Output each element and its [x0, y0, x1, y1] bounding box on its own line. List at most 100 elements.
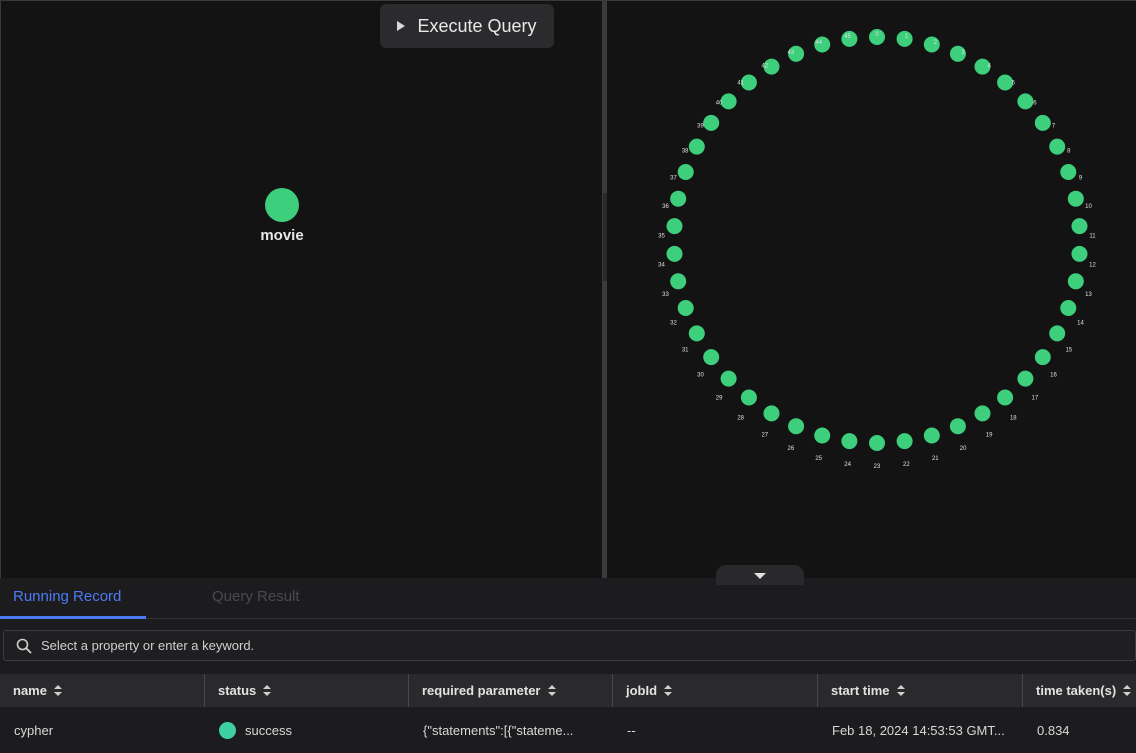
- graph-node-36[interactable]: [670, 190, 687, 207]
- graph-node-label: 22: [903, 462, 910, 468]
- graph-node-label: 5: [1012, 80, 1016, 86]
- graph-node-38[interactable]: [688, 138, 705, 155]
- graph-node-40[interactable]: [720, 93, 737, 110]
- graph-node-16[interactable]: [1034, 349, 1051, 366]
- graph-node-label: 4: [988, 63, 992, 69]
- result-graph-pane[interactable]: 0 1 2 3 4 5 6 7 8 9 10 11 12 13 14 15 16 17 18 19 20 21 22 23 24…: [607, 1, 1136, 578]
- graph-node-11[interactable]: [1071, 218, 1088, 235]
- graph-node-2[interactable]: [923, 36, 940, 53]
- graph-node-35[interactable]: [666, 218, 683, 235]
- search-icon: [16, 638, 32, 653]
- graph-node-28[interactable]: [740, 389, 757, 406]
- graph-node-34[interactable]: [666, 245, 683, 262]
- toggle-bottom-panel-button[interactable]: [716, 565, 804, 585]
- graph-node-23[interactable]: [869, 435, 885, 451]
- execute-query-button[interactable]: Execute Query: [380, 4, 554, 48]
- column-header-jobid[interactable]: jobId: [612, 674, 817, 707]
- graph-node-37[interactable]: [677, 164, 694, 180]
- cell-required-parameter: {"statements":[{"stateme...: [423, 723, 574, 738]
- graph-node-label: 25: [815, 456, 822, 462]
- sort-icon: [53, 685, 62, 696]
- cell-name: cypher: [14, 723, 54, 738]
- graph-node-27[interactable]: [763, 405, 780, 422]
- graph-node-label: 26: [788, 446, 795, 452]
- graph-node-31[interactable]: [688, 325, 705, 342]
- graph-node-label: 37: [670, 176, 677, 182]
- column-header-label: status: [218, 683, 257, 698]
- graph-node-label: 6: [1033, 101, 1037, 107]
- graph-node-label: 27: [761, 433, 768, 439]
- graph-node-label: 24: [844, 462, 851, 468]
- graph-node-10[interactable]: [1067, 190, 1084, 207]
- column-header-label: required parameter: [422, 683, 541, 698]
- column-header-label: jobId: [626, 683, 658, 698]
- bottom-panel: Running Record Query Result name status …: [0, 578, 1136, 753]
- graph-node-14[interactable]: [1060, 300, 1077, 316]
- column-header-label: time taken(s): [1036, 683, 1117, 698]
- column-header-status[interactable]: status: [204, 674, 408, 707]
- graph-node-7[interactable]: [1034, 114, 1051, 131]
- graph-node-6[interactable]: [1017, 93, 1034, 110]
- graph-node-8[interactable]: [1049, 138, 1066, 155]
- search-input[interactable]: [39, 637, 1135, 654]
- result-graph-canvas[interactable]: 0 123456789101112131415161718192021222324…: [607, 1, 1136, 578]
- graph-node-24[interactable]: [841, 433, 858, 450]
- graph-node-label: 30: [697, 373, 704, 379]
- graph-node-15[interactable]: [1049, 325, 1066, 342]
- bottom-tabs: Running Record Query Result: [0, 578, 1136, 619]
- graph-node-label: 15: [1065, 347, 1072, 353]
- graph-node-label: 18: [1010, 416, 1017, 422]
- execute-query-label: Execute Query: [417, 15, 537, 36]
- graph-node-12[interactable]: [1071, 245, 1088, 262]
- graph-node-label: 33: [662, 292, 669, 298]
- sort-icon: [664, 685, 673, 696]
- graph-node-label: 7: [1052, 123, 1056, 129]
- graph-node-label: 38: [682, 149, 689, 155]
- graph-node-label: 14: [1077, 320, 1084, 326]
- column-header-required-parameter[interactable]: required parameter: [408, 674, 612, 707]
- graph-node-25[interactable]: [814, 427, 831, 444]
- table-row[interactable]: cypher success {"statements":[{"stateme.…: [0, 708, 1136, 753]
- graph-node-32[interactable]: [677, 300, 694, 316]
- success-status-icon: [219, 722, 236, 739]
- graph-node-19[interactable]: [974, 405, 991, 422]
- graph-node-22[interactable]: [896, 433, 913, 450]
- graph-node-label: 28: [737, 416, 744, 422]
- graph-node-33[interactable]: [670, 273, 687, 290]
- schema-node-movie[interactable]: [265, 188, 299, 222]
- graph-node-26[interactable]: [788, 418, 805, 435]
- cell-time-taken: 0.834: [1037, 723, 1070, 738]
- graph-node-20[interactable]: [949, 418, 966, 435]
- graph-node-30[interactable]: [703, 349, 720, 366]
- graph-node-label: 31: [682, 347, 689, 353]
- graph-node-21[interactable]: [923, 427, 940, 444]
- graph-node-label: 40: [716, 101, 723, 107]
- graph-node-label: 42: [761, 63, 768, 69]
- search-bar[interactable]: [3, 630, 1136, 661]
- graph-node-9[interactable]: [1060, 164, 1077, 180]
- graph-node-17[interactable]: [1017, 370, 1034, 387]
- column-header-start-time[interactable]: start time: [817, 674, 1022, 707]
- tab-query-result[interactable]: Query Result: [212, 588, 300, 605]
- graph-node-label: 21: [932, 456, 939, 462]
- graph-node-label: 17: [1032, 395, 1039, 401]
- graph-node-label: 11: [1089, 233, 1096, 239]
- sort-icon: [547, 685, 556, 696]
- graph-node-39[interactable]: [703, 114, 720, 131]
- graph-node-13[interactable]: [1067, 273, 1084, 290]
- graph-node-18[interactable]: [997, 389, 1014, 406]
- cell-status: success: [219, 708, 404, 753]
- graph-node-label: 39: [697, 123, 704, 129]
- schema-node-label: movie: [260, 227, 304, 244]
- table-header: name status required parameter jobId sta…: [0, 674, 1136, 707]
- column-header-name[interactable]: name: [0, 674, 204, 707]
- cell-jobid: --: [627, 723, 636, 738]
- graph-node-label: 20: [960, 446, 967, 452]
- graph-node-label: 41: [737, 80, 744, 86]
- column-header-time-taken[interactable]: time taken(s): [1022, 674, 1136, 707]
- schema-graph-pane[interactable]: Execute Query movie: [1, 1, 602, 578]
- graph-node-label: 8: [1067, 149, 1071, 155]
- caret-down-icon: [754, 573, 766, 579]
- graph-node-29[interactable]: [720, 370, 737, 387]
- tab-running-record[interactable]: Running Record: [13, 588, 121, 605]
